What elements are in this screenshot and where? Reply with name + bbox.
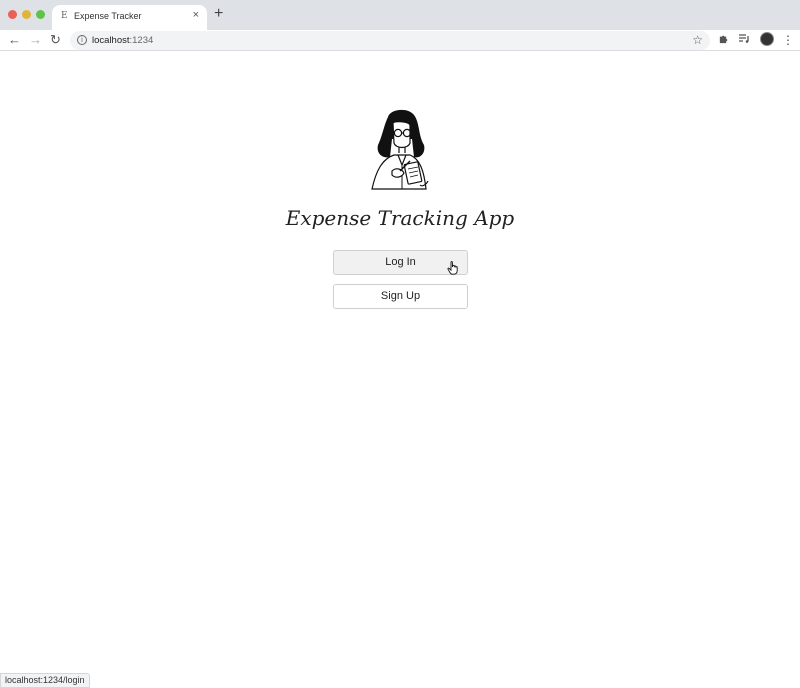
tab-title: Expense Tracker	[74, 11, 142, 21]
site-info-icon[interactable]: i	[77, 35, 87, 45]
url-host: localhost	[92, 35, 130, 46]
hand-pointer-cursor-icon	[447, 261, 458, 275]
puzzle-icon[interactable]	[718, 33, 729, 48]
browser-tab[interactable]: E Expense Tracker ×	[52, 5, 207, 30]
tab-close-icon[interactable]: ×	[193, 9, 199, 21]
status-bar-url: localhost:1234/login	[0, 673, 90, 688]
page-content: Expense Tracking App Log In Sign Up	[0, 52, 800, 688]
minimize-window-button[interactable]	[22, 10, 31, 19]
tab-favicon-icon: E	[61, 11, 68, 21]
menu-dots-icon[interactable]: ⋮	[782, 33, 794, 47]
reload-icon[interactable]: ↻	[50, 32, 61, 48]
close-window-button[interactable]	[8, 10, 17, 19]
signup-button[interactable]: Sign Up	[333, 284, 468, 309]
page-title: Expense Tracking App	[285, 206, 515, 230]
browser-toolbar: ← → ↻ i localhost:1234 ☆ ⋮	[0, 30, 800, 51]
media-icon[interactable]	[738, 33, 750, 48]
forward-arrow-icon[interactable]: →	[29, 32, 42, 48]
address-bar[interactable]: i localhost:1234 ☆	[70, 31, 710, 50]
back-arrow-icon[interactable]: ←	[8, 32, 21, 48]
bookmark-star-icon[interactable]: ☆	[692, 33, 703, 47]
maximize-window-button[interactable]	[36, 10, 45, 19]
browser-tab-strip: E Expense Tracker × +	[0, 0, 800, 30]
url-text[interactable]: localhost:1234	[92, 35, 153, 46]
url-port: :1234	[129, 35, 154, 46]
profile-avatar[interactable]	[760, 32, 774, 46]
new-tab-button[interactable]: +	[214, 6, 223, 22]
woman-illustration-icon	[371, 109, 429, 190]
